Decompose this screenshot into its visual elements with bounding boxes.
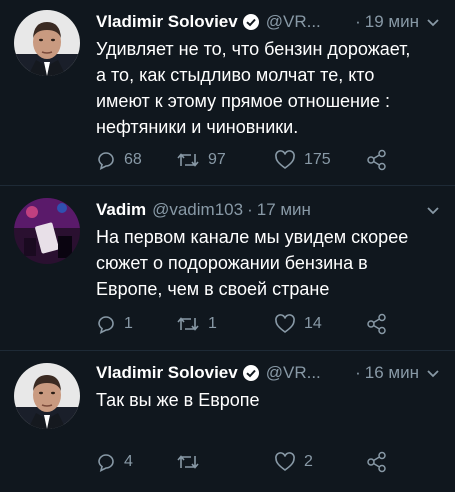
timestamp[interactable]: 17 мин [257,200,311,220]
tweet[interactable]: Vladimir Soloviev @VR... · 16 мин Так вы… [0,351,455,492]
avatar[interactable] [14,10,80,76]
tweet[interactable]: Vladimir Soloviev @VR... · 19 мин Удивля… [0,0,455,185]
timestamp[interactable]: 16 мин [365,363,419,383]
retweet-icon [177,153,199,167]
chevron-down-icon[interactable] [425,202,441,218]
verified-icon [242,364,260,382]
like-icon [275,452,295,471]
avatar[interactable] [14,198,80,264]
retweet-button[interactable]: 1 [176,314,274,334]
reply-button[interactable]: 1 [96,314,176,334]
author-handle[interactable]: @VR... [266,12,321,32]
timestamp[interactable]: 19 мин [365,12,419,32]
tweet-header: Vadim @vadim103 · 17 мин [96,198,441,222]
text-line: Удивляет не то, что бензин дорожает, [96,39,411,59]
like-count: 14 [304,315,322,332]
reply-icon [98,152,114,170]
reply-button[interactable]: 4 [96,452,176,472]
tweet-header: Vladimir Soloviev @VR... · 19 мин [96,10,441,34]
like-icon [275,150,295,169]
like-button[interactable]: 2 [274,452,366,472]
author-name[interactable]: Vladimir Soloviev [96,12,238,32]
like-button[interactable]: 14 [274,314,366,334]
tweet-text: Так вы же в Европе [96,387,441,413]
tweet-text: На первом канале мы увидем скорее сюжет … [96,224,441,302]
author-handle[interactable]: @VR... [266,363,321,383]
text-line: Европе, чем в своей стране [96,279,330,299]
share-icon [367,451,386,473]
author-name[interactable]: Vladimir Soloviev [96,363,238,383]
separator: · [247,200,253,219]
share-button[interactable] [366,313,396,335]
separator: · [355,363,361,382]
reply-button[interactable]: 68 [96,150,176,170]
avatar[interactable] [14,363,80,429]
like-icon [275,314,295,333]
retweet-icon [177,455,199,469]
tweet[interactable]: Vadim @vadim103 · 17 мин На первом канал… [0,186,455,350]
reply-count: 1 [124,315,133,332]
tweet-header: Vladimir Soloviev @VR... · 16 мин [96,361,441,385]
chevron-down-icon[interactable] [425,14,441,30]
verified-icon [242,13,260,31]
retweet-icon [177,317,199,331]
separator: · [355,12,361,31]
text-line: имеют к этому прямое отношение : [96,91,391,111]
author-handle[interactable]: @vadim103 [152,200,243,220]
share-icon [367,149,386,171]
text-line: Так вы же в Европе [96,390,260,410]
retweet-button[interactable]: 97 [176,150,274,170]
tweet-actions: 4 2 [96,450,416,474]
reply-count: 4 [124,453,133,470]
reply-count: 68 [124,151,142,168]
like-button[interactable]: 175 [274,150,366,170]
retweet-count: 1 [208,315,217,332]
text-line: На первом канале мы увидем скорее [96,227,409,247]
share-button[interactable] [366,451,396,473]
share-icon [367,313,386,335]
tweet-actions: 68 97 175 [96,148,416,172]
retweet-button[interactable] [176,452,274,472]
text-line: нефтяники и чиновники. [96,117,299,137]
retweet-count: 97 [208,151,226,168]
chevron-down-icon[interactable] [425,365,441,381]
like-count: 2 [304,453,313,470]
share-button[interactable] [366,149,396,171]
author-name[interactable]: Vadim [96,200,146,220]
tweet-actions: 1 1 14 [96,312,416,336]
reply-icon [98,454,114,472]
reply-icon [98,316,114,334]
tweet-text: Удивляет не то, что бензин дорожает, а т… [96,36,441,140]
like-count: 175 [304,151,331,168]
text-line: а то, как стыдливо молчат те, кто [96,65,375,85]
text-line: сюжет о подорожании бензина в [96,253,368,273]
